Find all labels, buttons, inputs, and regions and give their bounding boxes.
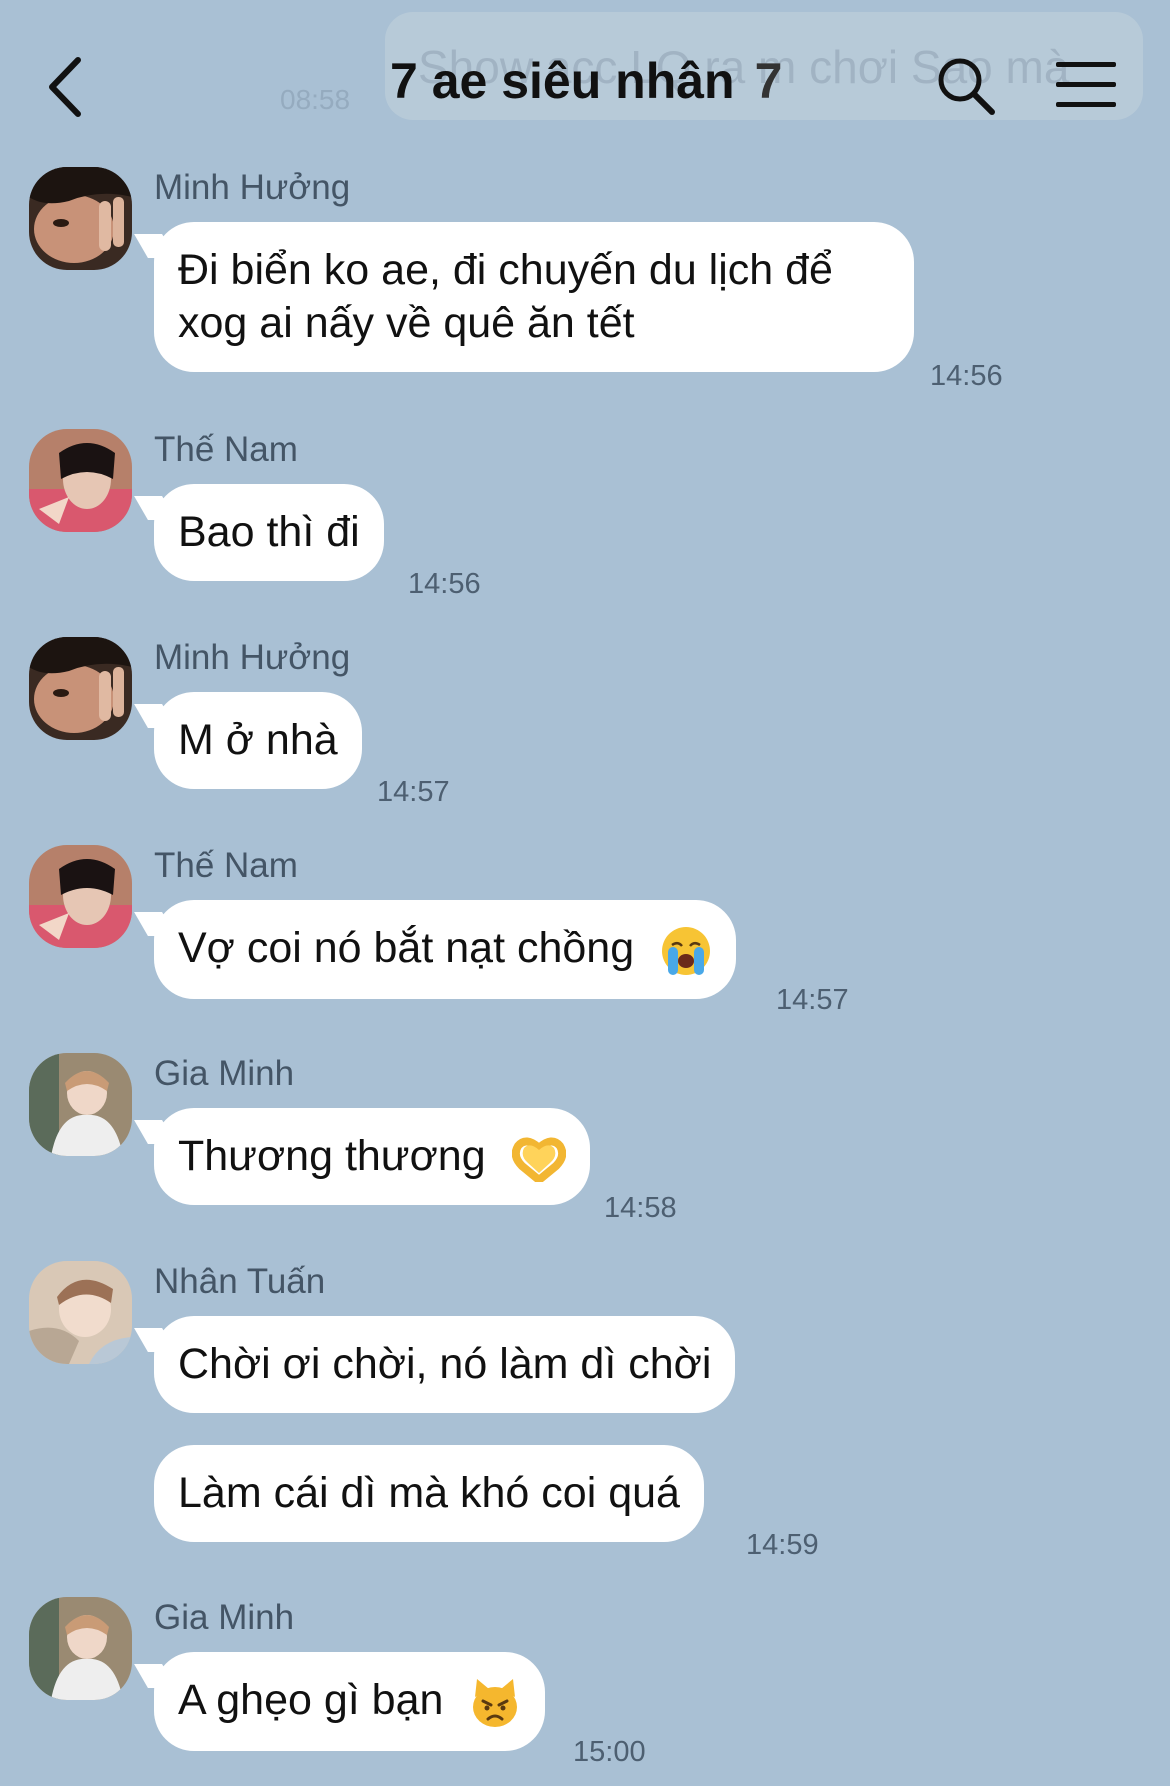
avatar-image — [29, 845, 132, 948]
message-timestamp: 14:56 — [930, 360, 1003, 392]
search-icon — [938, 58, 995, 115]
message-bubble[interactable]: M ở nhà — [154, 692, 362, 789]
message-group: Thế Nam Vợ coi nó bắt nạt chồng 14:57 — [0, 828, 1170, 1024]
message-group: Minh Hưởng Đi biển ko ae, đi chuyến du l… — [0, 150, 1170, 400]
avatar-image — [29, 167, 132, 270]
avatar-image — [29, 1597, 132, 1700]
message-text: Làm cái dì mà khó coi quá — [178, 1469, 680, 1517]
loudly-crying-face-emoji — [662, 926, 711, 975]
message-group: Minh Hưởng M ở nhà 14:57 — [0, 620, 1170, 816]
message-group: Gia Minh Thương thương 14:58 — [0, 1036, 1170, 1232]
sender-name: Minh Hưởng — [154, 638, 351, 677]
faded-preview-time: 08:58 — [280, 84, 351, 115]
message-timestamp: 14:58 — [604, 1192, 677, 1224]
heart-hands-emoji — [511, 1137, 566, 1182]
message-timestamp: 14:56 — [408, 568, 481, 600]
member-count: 7 — [754, 53, 783, 109]
hamburger-menu-icon — [1056, 62, 1116, 107]
chat-header: Show acc LQ ra m chơi Sao mà 08:58 7 ae … — [0, 0, 1170, 150]
sender-name: Nhân Tuấn — [154, 1262, 326, 1301]
pouting-cat-emoji — [473, 1678, 518, 1727]
menu-button[interactable] — [1054, 60, 1118, 110]
message-text: Chời ơi chời, nó làm dì chời — [178, 1340, 712, 1388]
sender-name: Thế Nam — [154, 846, 298, 885]
message-group: Gia Minh A ghẹo gì bạn 15:00 — [0, 1580, 1170, 1786]
sender-name: Thế Nam — [154, 430, 298, 469]
chat-title-area[interactable]: 7 ae siêu nhân 7 — [390, 52, 782, 110]
message-bubble[interactable]: Bao thì đi — [154, 484, 384, 581]
message-list[interactable]: Minh Hưởng Đi biển ko ae, đi chuyến du l… — [0, 150, 1170, 1786]
back-button[interactable] — [42, 52, 92, 122]
message-timestamp: 15:00 — [573, 1736, 646, 1768]
message-text: A ghẹo gì bạn — [178, 1676, 444, 1724]
message-group: Nhân Tuấn Chời ơi chời, nó làm dì chời L… — [0, 1244, 1170, 1564]
message-timestamp: 14:57 — [776, 984, 849, 1016]
message-bubble[interactable]: Làm cái dì mà khó coi quá — [154, 1445, 704, 1542]
the-nam-avatar[interactable] — [29, 845, 132, 948]
message-text: Vợ coi nó bắt nạt chồng — [178, 924, 635, 972]
message-bubble[interactable]: A ghẹo gì bạn — [154, 1652, 546, 1751]
message-bubble[interactable]: Vợ coi nó bắt nạt chồng — [154, 900, 737, 999]
message-text-line: xog ai nấy về quê ăn tết — [178, 299, 635, 347]
sender-name: Gia Minh — [154, 1598, 295, 1637]
message-bubble[interactable]: Thương thương — [154, 1108, 590, 1205]
message-text: Thương thương — [178, 1132, 486, 1180]
avatar-image — [29, 1053, 132, 1156]
message-group: Thế Nam Bao thì đi 14:56 — [0, 412, 1170, 608]
message-text-line: Đi biển ko ae, đi chuyến du lịch để — [178, 246, 833, 294]
gia-minh-avatar[interactable] — [29, 1597, 132, 1700]
avatar-image — [29, 637, 132, 740]
message-text: M ở nhà — [178, 716, 338, 764]
sender-name: Gia Minh — [154, 1054, 295, 1093]
message-bubble[interactable]: Chời ơi chời, nó làm dì chời — [154, 1316, 736, 1413]
chat-title: 7 ae siêu nhân — [390, 53, 735, 109]
message-text: Bao thì đi — [178, 508, 360, 556]
the-nam-avatar[interactable] — [29, 429, 132, 532]
gia-minh-avatar[interactable] — [29, 1053, 132, 1156]
nhan-tuan-avatar[interactable] — [29, 1261, 132, 1364]
minh-huong-avatar[interactable] — [29, 637, 132, 740]
sender-name: Minh Hưởng — [154, 168, 351, 207]
search-button[interactable] — [936, 56, 996, 116]
avatar-image — [29, 429, 132, 532]
message-timestamp: 14:59 — [746, 1529, 819, 1561]
chevron-left-icon — [49, 57, 81, 117]
minh-huong-avatar[interactable] — [29, 167, 132, 270]
avatar-image — [29, 1261, 132, 1364]
message-bubble[interactable]: Đi biển ko ae, đi chuyến du lịch để xog … — [154, 222, 914, 372]
message-timestamp: 14:57 — [377, 776, 450, 808]
